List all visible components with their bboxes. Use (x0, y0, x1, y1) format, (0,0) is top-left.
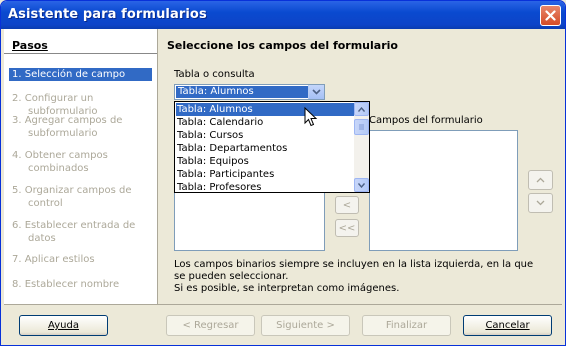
grip-icon (359, 124, 364, 130)
remove-field-button[interactable]: < (335, 196, 359, 214)
dropdown-option[interactable]: Tabla: Cursos (176, 129, 355, 142)
back-button[interactable]: < Regresar (166, 315, 255, 336)
dropdown-option[interactable]: Tabla: Participantes (176, 168, 355, 181)
form-wizard-dialog: Asistente para formularios Pasos 1. Sele… (0, 0, 566, 346)
page-title: Seleccione los campos del formulario (167, 39, 398, 52)
form-fields-list[interactable] (369, 130, 518, 251)
note-line-1: Los campos binarios siempre se incluyen … (174, 259, 534, 282)
steps-divider (4, 53, 157, 54)
table-query-select[interactable]: Tabla: Alumnos (174, 84, 325, 100)
scroll-thumb[interactable] (354, 119, 369, 135)
dropdown-arrow-button[interactable] (308, 85, 324, 99)
steps-title: Pasos (12, 39, 48, 52)
dropdown-option[interactable]: Tabla: Alumnos (176, 103, 355, 116)
dropdown-scrollbar[interactable] (354, 102, 369, 192)
move-up-button[interactable] (528, 170, 553, 190)
finish-button[interactable]: Finalizar (362, 315, 451, 336)
step-apply-styles[interactable]: 7. Aplicar estilos (9, 253, 152, 266)
chevron-down-icon (312, 89, 321, 95)
step-add-subform-fields[interactable]: 3. Agregar campos de subformulario (9, 114, 152, 140)
form-fields-label: Campos del formulario (369, 115, 483, 126)
buttons-separator (4, 304, 562, 305)
scroll-down-button[interactable] (354, 178, 369, 192)
chevron-up-icon (536, 177, 545, 183)
scroll-up-button[interactable] (354, 102, 369, 116)
chevron-down-icon (358, 182, 365, 188)
help-button[interactable]: Ayuda (19, 315, 108, 336)
move-down-button[interactable] (528, 193, 553, 213)
mouse-cursor-icon (304, 107, 318, 127)
table-query-label: Tabla o consulta (174, 69, 255, 80)
cancel-button[interactable]: Cancelar (463, 315, 552, 336)
note-line-2: Si es posible, se interpretan como imáge… (174, 283, 400, 294)
binary-fields-note: Los campos binarios siempre se incluyen … (174, 259, 544, 295)
chevron-up-icon (358, 106, 365, 112)
remove-all-fields-button[interactable]: << (335, 219, 359, 237)
table-dropdown-list[interactable]: Tabla: Alumnos Tabla: Calendario Tabla: … (174, 101, 370, 193)
dropdown-option[interactable]: Tabla: Equipos (176, 155, 355, 168)
step-data-entry[interactable]: 6. Establecer entrada de datos (9, 219, 152, 245)
chevron-down-icon (536, 200, 545, 206)
dropdown-option[interactable]: Tabla: Calendario (176, 116, 355, 129)
step-get-joined-fields[interactable]: 4. Obtener campos combinados (9, 149, 152, 175)
close-button[interactable] (540, 5, 561, 26)
close-icon (545, 10, 556, 21)
dropdown-option[interactable]: Tabla: Departamentos (176, 142, 355, 155)
window-title: Asistente para formularios (8, 7, 207, 22)
dropdown-option[interactable]: Tabla: Profesores (176, 181, 355, 194)
next-button[interactable]: Siguiente > (261, 315, 350, 336)
table-query-value: Tabla: Alumnos (176, 86, 309, 98)
steps-panel: Pasos 1. Selección de campo 2. Configura… (4, 29, 157, 304)
step-set-name[interactable]: 8. Establecer nombre (9, 278, 152, 291)
title-bar[interactable]: Asistente para formularios (1, 1, 565, 29)
step-field-selection[interactable]: 1. Selección de campo (9, 68, 152, 81)
step-arrange-controls[interactable]: 5. Organizar campos de control (9, 184, 152, 210)
panel-separator (157, 29, 158, 304)
